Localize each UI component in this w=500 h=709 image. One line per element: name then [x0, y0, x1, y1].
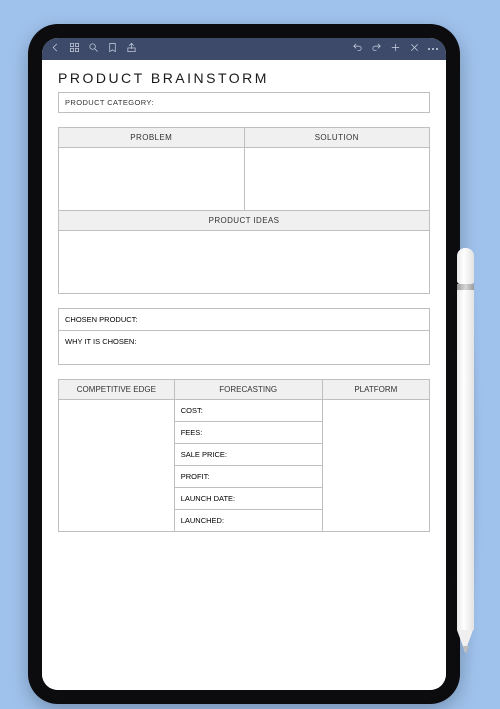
- platform-cell[interactable]: [323, 400, 429, 531]
- chosen-product-row[interactable]: CHOSEN PRODUCT:: [59, 309, 429, 330]
- redo-icon[interactable]: [371, 42, 382, 56]
- problem-header: PROBLEM: [59, 128, 244, 148]
- cost-row[interactable]: COST:: [175, 400, 322, 422]
- platform-header: PLATFORM: [323, 380, 429, 400]
- launched-row[interactable]: LAUNCHED:: [175, 510, 322, 531]
- category-label: PRODUCT CATEGORY:: [59, 93, 429, 112]
- profit-row[interactable]: PROFIT:: [175, 466, 322, 488]
- problem-solution-table: PROBLEM SOLUTION: [58, 127, 430, 211]
- back-icon[interactable]: [50, 42, 61, 56]
- chosen-product-label: CHOSEN PRODUCT:: [65, 315, 138, 324]
- bookmark-icon[interactable]: [107, 42, 118, 56]
- solution-header: SOLUTION: [245, 128, 430, 148]
- solution-cell[interactable]: [245, 148, 430, 210]
- launch-date-row[interactable]: LAUNCH DATE:: [175, 488, 322, 510]
- product-ideas-section: PRODUCT IDEAS: [58, 211, 430, 294]
- more-icon[interactable]: [428, 48, 438, 50]
- screen: PRODUCT BRAINSTORM PRODUCT CATEGORY: PRO…: [42, 38, 446, 690]
- undo-icon[interactable]: [352, 42, 363, 56]
- forecasting-header: FORECASTING: [175, 380, 322, 400]
- why-chosen-row[interactable]: WHY IT IS CHOSEN:: [59, 330, 429, 364]
- sale-price-row[interactable]: SALE PRICE:: [175, 444, 322, 466]
- problem-cell[interactable]: [59, 148, 244, 210]
- share-icon[interactable]: [126, 42, 137, 56]
- grid-icon[interactable]: [69, 42, 80, 56]
- competitive-forecasting-table: COMPETITIVE EDGE FORECASTING COST: FEES:…: [58, 379, 430, 532]
- competitive-header: COMPETITIVE EDGE: [59, 380, 174, 400]
- page-title: PRODUCT BRAINSTORM: [58, 70, 430, 86]
- document-page: PRODUCT BRAINSTORM PRODUCT CATEGORY: PRO…: [42, 60, 446, 690]
- competitive-cell[interactable]: [59, 400, 174, 531]
- tablet-frame: PRODUCT BRAINSTORM PRODUCT CATEGORY: PRO…: [28, 24, 460, 704]
- ideas-cell[interactable]: [59, 231, 429, 293]
- ideas-header: PRODUCT IDEAS: [59, 211, 429, 231]
- close-icon[interactable]: [409, 42, 420, 56]
- app-toolbar: [42, 38, 446, 60]
- category-box[interactable]: PRODUCT CATEGORY:: [58, 92, 430, 113]
- fees-row[interactable]: FEES:: [175, 422, 322, 444]
- chosen-product-section: CHOSEN PRODUCT: WHY IT IS CHOSEN:: [58, 308, 430, 365]
- search-icon[interactable]: [88, 42, 99, 56]
- add-icon[interactable]: [390, 42, 401, 56]
- why-chosen-label: WHY IT IS CHOSEN:: [65, 337, 136, 346]
